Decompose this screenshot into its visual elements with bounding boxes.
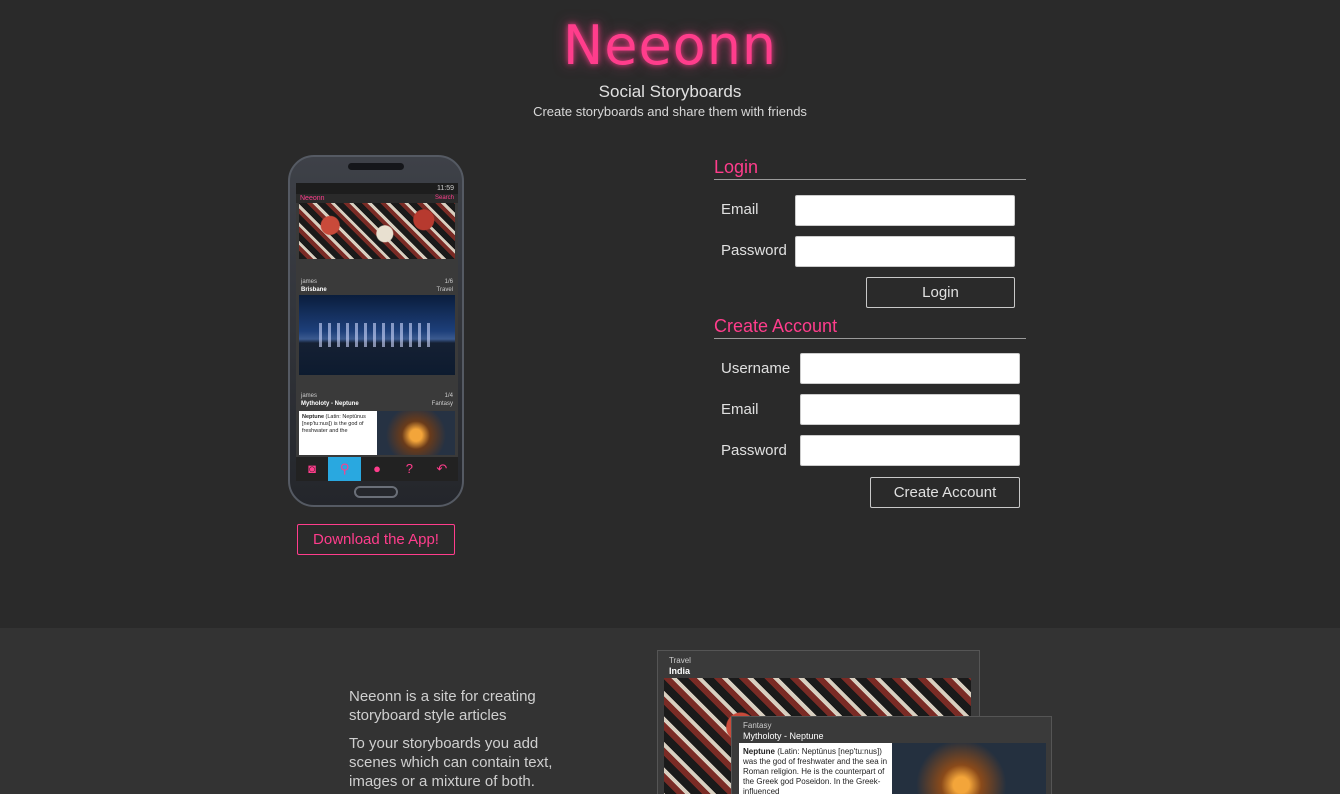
phone-app-brand: Neeonn: [300, 195, 325, 202]
login-password-label: Password: [721, 242, 787, 259]
login-button[interactable]: Login: [866, 277, 1015, 308]
phone-speaker: [348, 163, 404, 170]
subtagline: Create storyboards and share them with f…: [533, 104, 807, 119]
phone-app-bar: Neeonn Search: [296, 194, 458, 203]
about-paragraph-1: Neeonn is a site for creating storyboard…: [349, 688, 536, 724]
preview-title: India: [669, 666, 691, 676]
card-count: 1/4: [444, 393, 453, 399]
create-password-label: Password: [721, 442, 787, 459]
preview-title: Mytholoty - Neptune: [743, 731, 824, 741]
preview-category: Travel: [669, 656, 691, 665]
create-password-field[interactable]: [800, 435, 1020, 466]
preview-text: Neptune (Latin: Neptūnus [nep'tu:nus]) w…: [739, 743, 892, 794]
login-email-field[interactable]: [795, 195, 1015, 226]
login-heading: Login: [714, 157, 759, 177]
camera-icon: ◙: [308, 461, 317, 476]
card-category: Travel: [436, 287, 453, 293]
preview-category: Fantasy: [743, 721, 772, 730]
phone-mockup: 11:59 Neeonn Search james 1/6 Brisbane T…: [288, 155, 464, 507]
create-email-field[interactable]: [800, 394, 1020, 425]
phone-card-image-1: [299, 203, 455, 259]
preview-image: [892, 743, 1046, 794]
phone-tab-bar: ◙ ⚲ ● ? ↶: [296, 457, 458, 481]
card-user: james: [301, 279, 318, 285]
phone-search-label: Search: [434, 195, 454, 201]
username-label: Username: [721, 360, 791, 377]
back-icon: ↶: [436, 461, 448, 476]
phone-card-meta-1: james 1/6 Brisbane Travel: [296, 259, 458, 295]
phone-card-image-2: [299, 295, 455, 375]
create-account-button[interactable]: Create Account: [870, 477, 1020, 508]
phone-card-meta-2: james 1/4 Mytholoty - Neptune Fantasy: [296, 375, 458, 411]
phone-screen: 11:59 Neeonn Search james 1/6 Brisbane T…: [296, 183, 458, 481]
preview-text-bold: Neptune: [743, 747, 775, 756]
username-field[interactable]: [800, 353, 1020, 384]
login-divider: [714, 179, 1026, 180]
card-count: 1/6: [444, 279, 453, 285]
tagline: Social Storyboards: [598, 82, 742, 101]
card-user: james: [301, 393, 318, 399]
download-app-button[interactable]: Download the App!: [297, 524, 455, 555]
scene-text: Neptune (Latin: Neptūnus [nep'tu:nus]) i…: [299, 411, 377, 455]
scene-image: [377, 411, 455, 455]
create-email-label: Email: [721, 401, 759, 418]
phone-card-scene-3: Neptune (Latin: Neptūnus [nep'tu:nus]) i…: [299, 411, 455, 455]
card-category: Fantasy: [431, 401, 453, 407]
search-icon: ⚲: [328, 457, 361, 481]
phone-status-bar: 11:59: [296, 183, 458, 194]
status-time: 11:59: [437, 185, 454, 192]
create-account-divider: [714, 338, 1026, 339]
help-icon: ?: [405, 461, 414, 476]
site-logo[interactable]: Neeonn: [0, 14, 1340, 77]
login-email-label: Email: [721, 201, 759, 218]
card-title: Brisbane: [301, 287, 327, 293]
login-password-field[interactable]: [795, 236, 1015, 267]
phone-home-button: [354, 486, 398, 498]
user-icon: ●: [373, 461, 381, 476]
scene-text-bold: Neptune: [302, 414, 324, 420]
card-title: Mytholoty - Neptune: [301, 401, 359, 407]
create-account-heading: Create Account: [714, 316, 838, 336]
about-paragraph-2: To your storyboards you add scenes which…: [349, 735, 553, 790]
preview-card-neptune: Fantasy Mytholoty - Neptune Neptune (Lat…: [731, 716, 1052, 794]
